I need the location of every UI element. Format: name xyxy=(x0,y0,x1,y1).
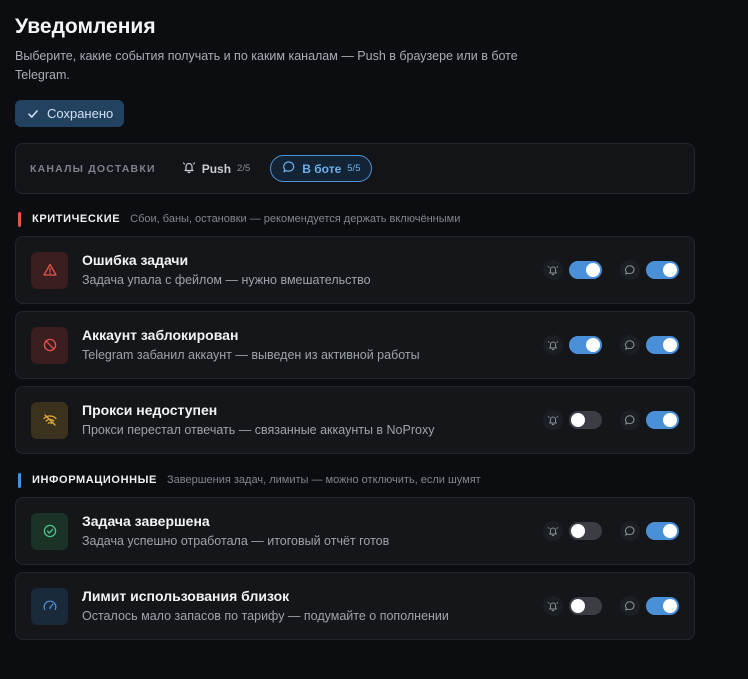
notification-card-usage-limit: Лимит использования близок Осталось мало… xyxy=(15,572,695,640)
check-circle-icon xyxy=(31,512,68,550)
notifications-page: Уведомления Выберите, какие события полу… xyxy=(15,14,695,640)
bell-icon xyxy=(543,410,563,430)
wifi-off-icon xyxy=(31,401,68,439)
card-title: Прокси недоступен xyxy=(82,402,218,418)
bell-icon xyxy=(543,521,563,541)
warning-triangle-icon xyxy=(31,251,68,289)
push-toggle[interactable] xyxy=(569,261,602,279)
chat-bubble-icon xyxy=(620,521,640,541)
channel-push-count: 2/5 xyxy=(237,163,251,174)
push-toggle[interactable] xyxy=(569,522,602,540)
bot-toggle[interactable] xyxy=(646,411,679,429)
bot-toggle[interactable] xyxy=(646,336,679,354)
page-subtitle: Выберите, какие события получать и по ка… xyxy=(15,49,518,82)
channel-chip-push[interactable]: Push 2/5 xyxy=(170,155,263,182)
channel-push-label: Push xyxy=(201,161,232,176)
chat-bubble-icon xyxy=(620,335,640,355)
delivery-channels-bar: КАНАЛЫ ДОСТАВКИ Push 2/5 В боте 5/5 xyxy=(15,143,695,194)
chat-bubble-icon xyxy=(620,410,640,430)
card-desc: Прокси перестал отвечать — связанные акк… xyxy=(82,423,435,437)
channel-bot-count: 5/5 xyxy=(347,163,361,174)
chat-bubble-icon xyxy=(620,596,640,616)
card-title: Задача завершена xyxy=(82,513,210,529)
card-title: Ошибка задачи xyxy=(82,252,189,268)
bot-toggle[interactable] xyxy=(646,522,679,540)
bell-icon xyxy=(543,596,563,616)
gauge-icon xyxy=(31,587,68,625)
push-toggle[interactable] xyxy=(569,411,602,429)
saved-button[interactable]: Сохранено xyxy=(15,100,125,127)
card-desc: Задача успешно отработала — итоговый отч… xyxy=(82,534,390,548)
channel-chip-bot[interactable]: В боте 5/5 xyxy=(270,155,373,182)
card-title: Аккаунт заблокирован xyxy=(82,327,239,343)
push-toggle[interactable] xyxy=(569,597,602,615)
chat-bubble-icon xyxy=(620,260,640,280)
bell-icon xyxy=(543,260,563,280)
bell-icon xyxy=(543,335,563,355)
page-title: Уведомления xyxy=(15,15,156,38)
check-icon xyxy=(27,108,39,120)
section-critical-header: КРИТИЧЕСКИЕ Сбои, баны, остановки — реко… xyxy=(15,211,695,227)
section-info-marker xyxy=(18,472,21,488)
section-info-title: ИНФОРМАЦИОННЫЕ xyxy=(32,474,157,486)
card-desc: Задача упала с фейлом — нужно вмешательс… xyxy=(82,273,371,287)
notification-card-account-banned: Аккаунт заблокирован Telegram забанил ак… xyxy=(15,311,695,379)
section-info-desc: Завершения задач, лимиты — можно отключи… xyxy=(167,474,481,486)
chat-bubble-icon xyxy=(282,160,296,177)
card-desc: Осталось мало запасов по тарифу — подума… xyxy=(82,609,449,623)
channel-bot-label: В боте xyxy=(302,161,342,176)
card-title: Лимит использования близок xyxy=(82,588,290,604)
notification-card-task-error: Ошибка задачи Задача упала с фейлом — ну… xyxy=(15,236,695,304)
ban-icon xyxy=(31,326,68,364)
bot-toggle[interactable] xyxy=(646,261,679,279)
card-desc: Telegram забанил аккаунт — выведен из ак… xyxy=(82,348,420,362)
channels-label: КАНАЛЫ ДОСТАВКИ xyxy=(30,162,156,175)
push-toggle[interactable] xyxy=(569,336,602,354)
section-info-header: ИНФОРМАЦИОННЫЕ Завершения задач, лимиты … xyxy=(15,472,695,488)
section-critical-desc: Сбои, баны, остановки — рекомендуется де… xyxy=(130,213,461,225)
bell-icon xyxy=(182,160,196,177)
section-critical-marker xyxy=(18,211,21,227)
bot-toggle[interactable] xyxy=(646,597,679,615)
notification-card-proxy-down: Прокси недоступен Прокси перестал отвеча… xyxy=(15,386,695,454)
section-critical-title: КРИТИЧЕСКИЕ xyxy=(32,213,121,225)
notification-card-task-done: Задача завершена Задача успешно отработа… xyxy=(15,497,695,565)
saved-label: Сохранено xyxy=(47,106,114,121)
